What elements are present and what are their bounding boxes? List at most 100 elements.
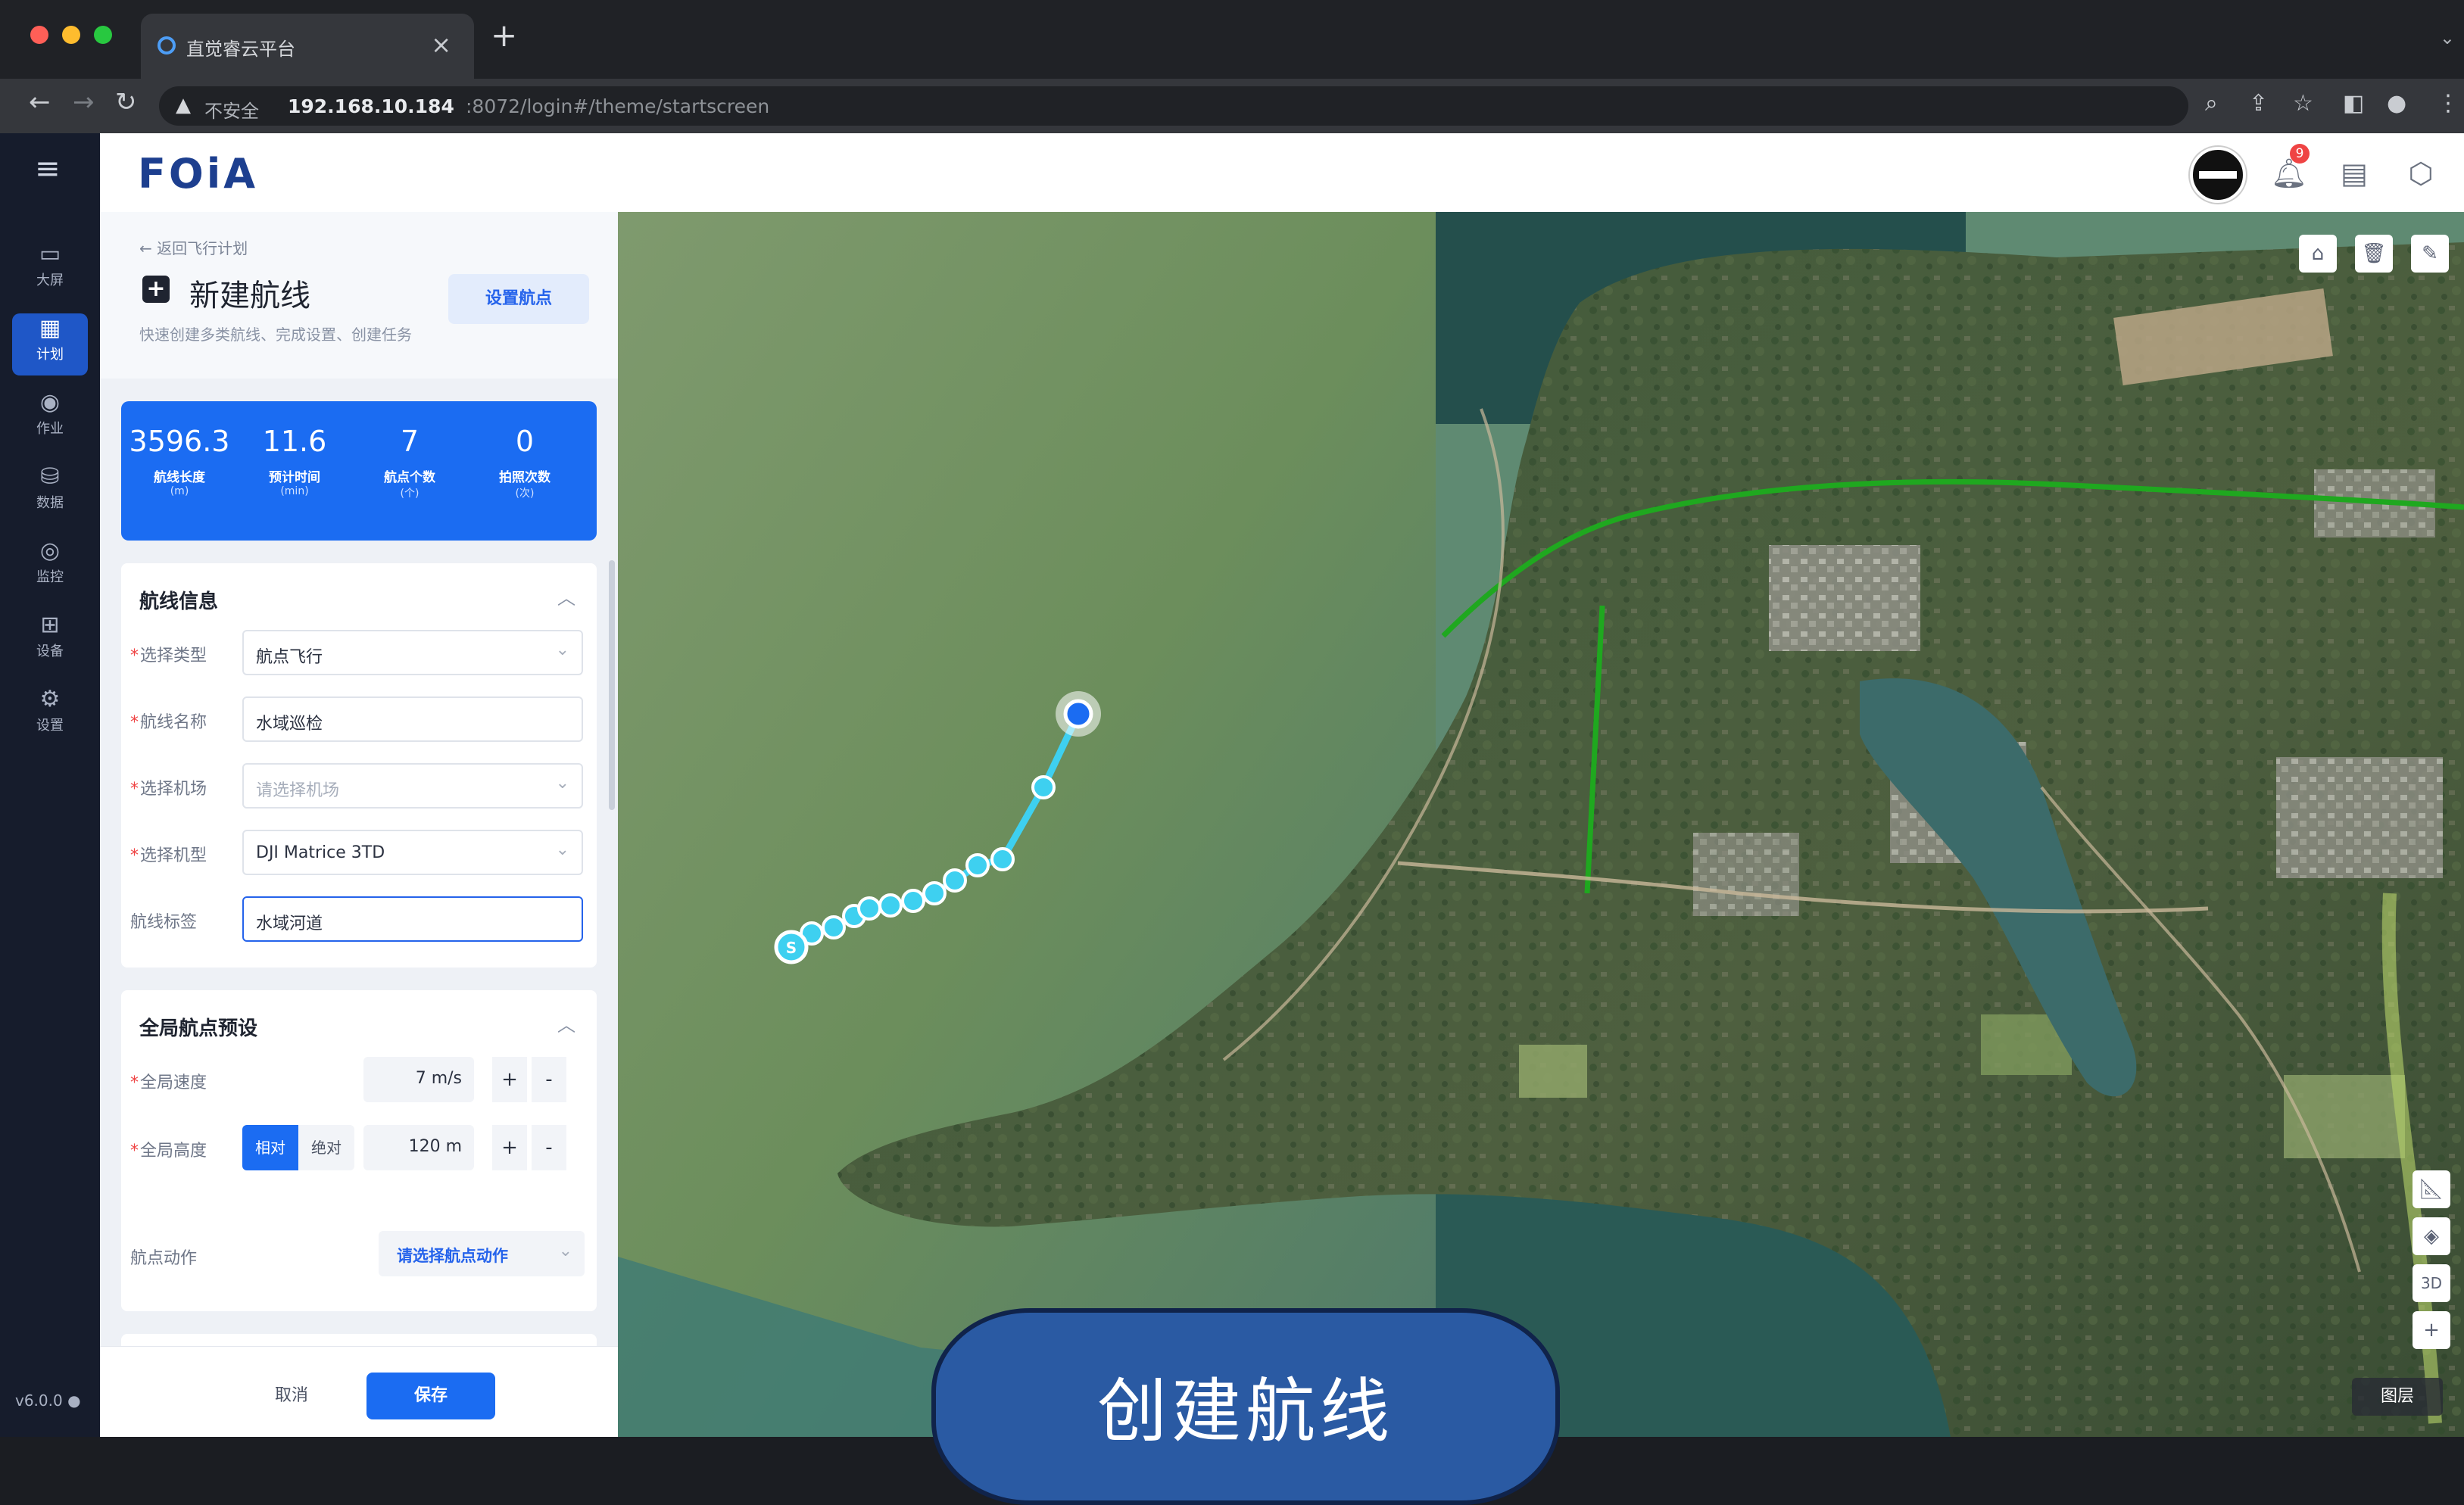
global-preset-title: 全局航点预设 (139, 1017, 258, 1040)
url-host: 192.168.10.184 (288, 95, 454, 117)
waypoint-marker[interactable] (922, 881, 947, 905)
share-icon[interactable]: ⇪ (2249, 92, 2268, 115)
screen-icon: ▭ (39, 241, 61, 267)
maximize-window-dot[interactable] (94, 26, 112, 44)
avatar[interactable] (2190, 147, 2246, 203)
height-mode-absolute[interactable]: 绝对 (298, 1125, 354, 1170)
field-label-model: *选择机型 (130, 846, 207, 865)
close-tab-icon[interactable]: × (431, 30, 451, 59)
url-path: :8072/login#/theme/startscreen (466, 95, 770, 117)
monitor-icon: ◎ (39, 538, 61, 564)
tab-title: 直觉睿云平台 (186, 39, 295, 60)
field-label-tag: 航线标签 (130, 913, 198, 932)
plus-square-icon: + (142, 276, 170, 303)
waypoint-action-select[interactable]: 请选择航点动作 ⌄ (379, 1231, 585, 1276)
satellite-map[interactable]: S ⌂ 🗑︎ ✎ 📐︎ ◈ 3D + 图层 (618, 212, 2464, 1437)
forward-arrow-icon[interactable]: → (73, 89, 95, 115)
cube-icon[interactable]: ⬡ (2402, 154, 2440, 192)
address-bar[interactable]: ▲ 不安全 192.168.10.184 :8072/login#/theme/… (159, 86, 2188, 126)
waypoint-marker[interactable] (1031, 775, 1056, 799)
speed-increase-button[interactable]: + (492, 1057, 527, 1102)
loading-icon (158, 36, 176, 55)
zoom-icon[interactable]: ⌕ (2205, 92, 2218, 115)
height-increase-button[interactable]: + (492, 1125, 527, 1170)
caption-bubble: 创建航线 (931, 1308, 1560, 1505)
nav-item-settings[interactable]: ⚙ 设置 (12, 684, 88, 746)
global-preset-card: 全局航点预设 ︿ *全局速度 7 m/s + - *全局高度 相对 绝对 120… (121, 990, 597, 1311)
set-waypoint-button[interactable]: 设置航点 (448, 274, 589, 324)
route-info-title: 航线信息 (139, 590, 219, 613)
waypoint-marker[interactable] (943, 868, 967, 893)
speed-decrease-button[interactable]: - (532, 1057, 566, 1102)
field-label-action: 航点动作 (130, 1249, 198, 1268)
profile-icon[interactable]: ● (2387, 92, 2406, 115)
trash-icon[interactable]: 🗑︎ (2355, 235, 2393, 273)
town-block (1769, 545, 1920, 651)
airport-select[interactable]: 请选择机场 ⌄ (242, 763, 583, 809)
device-icon: ⊞ (40, 612, 60, 638)
nav-item-device[interactable]: ⊞ 设备 (12, 610, 88, 672)
route-stats-card: 3596.3 航线长度 (m) 11.6 预计时间 (min) 7 航点个数 (… (121, 401, 597, 541)
notification-badge: 9 (2290, 144, 2310, 164)
waypoint-marker[interactable] (822, 915, 846, 939)
browser-tab[interactable]: 直觉睿云平台 × (141, 14, 474, 79)
save-button[interactable]: 保存 (366, 1373, 495, 1419)
sidebar-panel-icon[interactable]: ◧ (2343, 92, 2364, 115)
ruler-icon[interactable]: 📐︎ (2413, 1170, 2450, 1208)
waypoint-marker[interactable] (965, 853, 990, 877)
waypoint-marker[interactable] (857, 896, 881, 921)
toggle-3d-button[interactable]: 3D (2413, 1264, 2450, 1302)
nav-item-plan[interactable]: ▦ 计划 (12, 313, 88, 375)
back-arrow-icon[interactable]: ← (29, 89, 51, 115)
document-icon[interactable]: ▤ (2335, 154, 2373, 192)
route-type-select[interactable]: 航点飞行 ⌄ (242, 630, 583, 675)
chevron-up-icon[interactable]: ︿ (557, 1010, 575, 1036)
layer-legend-button[interactable]: 图层 (2352, 1378, 2443, 1416)
speed-input[interactable]: 7 m/s (363, 1057, 474, 1102)
new-tab-icon[interactable]: + (491, 20, 517, 51)
town-block (1693, 833, 1799, 916)
bookmark-star-icon[interactable]: ☆ (2293, 92, 2313, 115)
height-mode-relative[interactable]: 相对 (242, 1125, 298, 1170)
nav-item-screen[interactable]: ▭ 大屏 (12, 239, 88, 301)
chevron-down-icon[interactable]: ⌄ (2440, 27, 2455, 48)
route-info-card: 航线信息 ︿ *选择类型 航点飞行 ⌄ *航线名称 水域巡检 *选择机场 请选择… (121, 563, 597, 968)
reload-icon[interactable]: ↻ (115, 89, 137, 115)
layers-icon[interactable]: ◈ (2413, 1217, 2450, 1255)
nav-item-task[interactable]: ◉ 作业 (12, 388, 88, 450)
chevron-down-icon: ⌄ (558, 1242, 572, 1260)
map-canvas[interactable]: S (618, 212, 2464, 1437)
caption-text: 创建航线 (1096, 1371, 1394, 1452)
settings-icon: ⚙ (39, 686, 61, 712)
route-name-input[interactable]: 水域巡检 (242, 696, 583, 742)
page-title: 新建航线 (189, 279, 310, 313)
close-window-dot[interactable] (30, 26, 48, 44)
chevron-down-icon: ⌄ (555, 640, 569, 659)
cancel-button[interactable]: 取消 (227, 1373, 356, 1419)
menu-icon[interactable]: ≡ (35, 151, 61, 186)
chevron-down-icon: ⌄ (555, 840, 569, 859)
aircraft-model-select[interactable]: DJI Matrice 3TD ⌄ (242, 830, 583, 875)
edit-icon[interactable]: ✎ (2411, 235, 2449, 273)
app-header: FOiA 🔔︎ 9 ▤ ⬡ (100, 133, 2464, 213)
panel-scrollbar[interactable] (609, 560, 615, 810)
chevron-up-icon[interactable]: ︿ (557, 583, 575, 609)
waypoint-marker[interactable] (878, 893, 903, 918)
more-menu-icon[interactable]: ⋮ (2437, 92, 2459, 115)
waypoint-marker[interactable] (990, 847, 1015, 871)
nav-item-monitor[interactable]: ◎ 监控 (12, 536, 88, 598)
nav-item-data[interactable]: ⛁ 数据 (12, 462, 88, 524)
field-label-speed: *全局速度 (130, 1073, 207, 1092)
field-label-height: *全局高度 (130, 1142, 207, 1161)
back-link[interactable]: ← 返回飞行计划 (139, 236, 248, 258)
farmland (2284, 1075, 2405, 1158)
home-icon[interactable]: ⌂ (2299, 235, 2337, 273)
waypoint-marker[interactable] (901, 889, 925, 913)
chevron-down-icon: ⌄ (555, 774, 569, 793)
zoom-in-icon[interactable]: + (2413, 1311, 2450, 1349)
height-input[interactable]: 120 m (363, 1125, 474, 1170)
height-decrease-button[interactable]: - (532, 1125, 566, 1170)
minimize-window-dot[interactable] (62, 26, 80, 44)
route-tag-input[interactable]: 水域河道 (242, 896, 583, 942)
current-position-marker[interactable] (1063, 699, 1093, 729)
